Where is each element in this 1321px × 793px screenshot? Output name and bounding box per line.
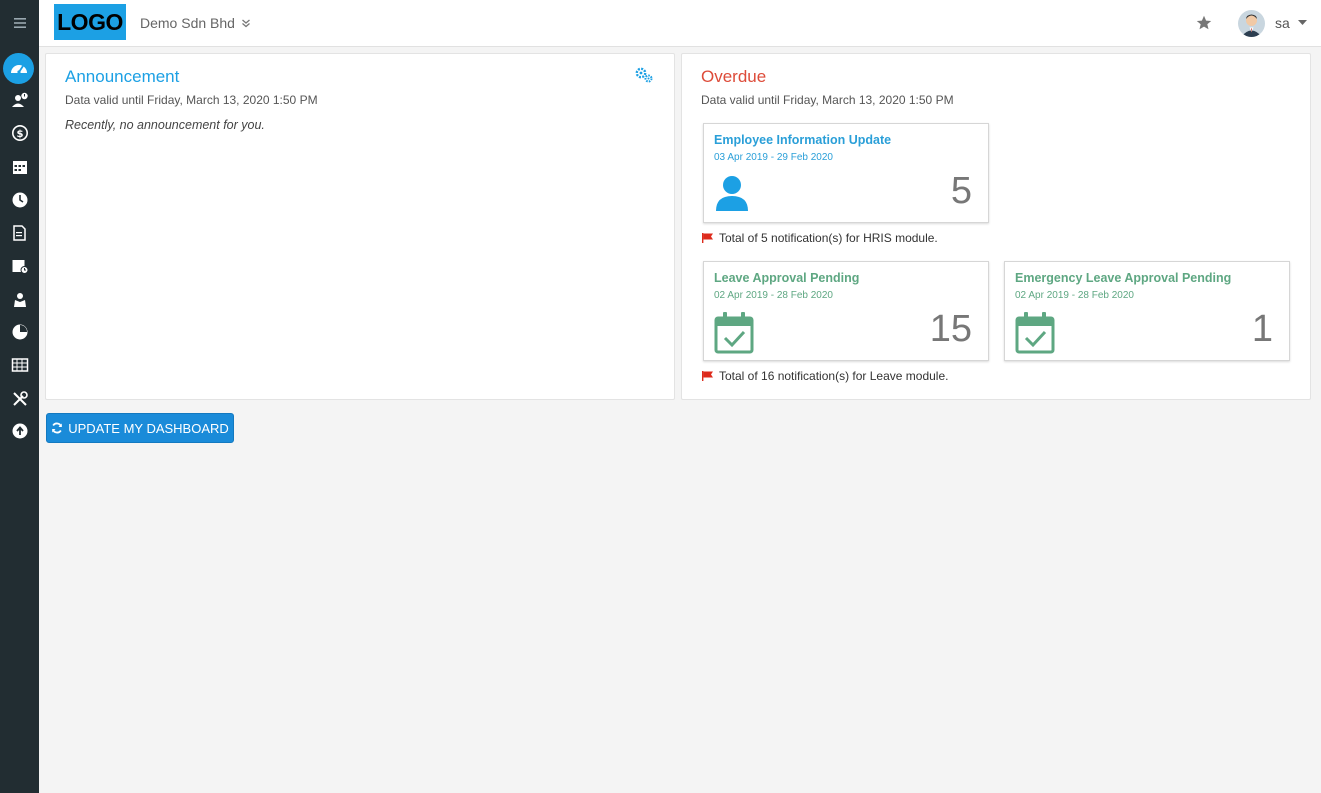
tools-icon (12, 391, 28, 406)
caret-down-icon (1297, 20, 1307, 25)
leave-notification-note: Total of 16 notification(s) for Leave mo… (702, 369, 948, 383)
overdue-card-employee-info[interactable]: Employee Information Update 03 Apr 2019 … (703, 123, 989, 223)
top-bar: LOGO Demo Sdn Bhd sa (39, 0, 1321, 47)
overdue-title: Overdue (701, 67, 767, 86)
card-dates: 02 Apr 2019 - 28 Feb 2020 (1015, 290, 1134, 301)
menu-toggle-button[interactable] (0, 9, 39, 37)
sidebar-item-attendance[interactable] (0, 186, 39, 214)
card-dates: 02 Apr 2019 - 28 Feb 2020 (714, 290, 833, 301)
flag-icon (702, 233, 713, 243)
sidebar-item-upload[interactable] (0, 417, 39, 445)
sidebar-item-payroll[interactable]: $ (0, 119, 39, 147)
card-count: 15 (929, 308, 972, 350)
sidebar-item-leave[interactable] (0, 252, 39, 280)
star-icon[interactable] (1195, 14, 1213, 32)
sidebar-item-claims[interactable] (0, 286, 39, 314)
card-count: 1 (1251, 308, 1273, 350)
gears-icon[interactable] (634, 66, 654, 84)
avatar[interactable] (1238, 10, 1265, 37)
sidebar-item-calendar[interactable] (0, 153, 39, 181)
update-dashboard-label: UPDATE MY DASHBOARD (68, 420, 229, 436)
svg-text:$: $ (16, 129, 23, 140)
sidebar-item-documents[interactable] (0, 219, 39, 247)
overdue-card-leave-approval[interactable]: Leave Approval Pending 02 Apr 2019 - 28 … (703, 261, 989, 361)
calendar-check-icon (1015, 312, 1055, 354)
update-dashboard-button[interactable]: UPDATE MY DASHBOARD (46, 413, 234, 443)
card-dates: 03 Apr 2019 - 29 Feb 2020 (714, 152, 833, 163)
card-title: Employee Information Update (714, 133, 892, 147)
spreadsheet-icon (11, 358, 28, 372)
user-menu[interactable]: sa (1275, 15, 1307, 31)
user-icon (716, 176, 748, 211)
flag-icon (702, 371, 713, 381)
payroll-icon: $ (11, 125, 28, 141)
announcement-panel: Announcement Data valid until Friday, Ma… (45, 53, 675, 400)
sidebar-item-timesheet[interactable] (0, 351, 39, 379)
card-count: 5 (950, 170, 972, 212)
sidebar-item-dashboard[interactable] (3, 53, 34, 84)
sidebar-item-employee[interactable] (0, 86, 39, 114)
leave-calendar-icon (12, 260, 28, 274)
calendar-check-icon (714, 312, 754, 354)
sidebar: $ (0, 0, 39, 793)
dashboard-icon (10, 64, 27, 74)
clock-icon (12, 192, 27, 208)
sidebar-item-settings[interactable] (0, 385, 39, 413)
announcement-title: Announcement (65, 67, 180, 86)
hris-notification-note: Total of 5 notification(s) for HRIS modu… (702, 231, 938, 245)
upload-icon (12, 423, 27, 439)
card-title: Leave Approval Pending (714, 271, 860, 285)
overdue-card-emergency-leave[interactable]: Emergency Leave Approval Pending 02 Apr … (1004, 261, 1290, 361)
company-name: Demo Sdn Bhd (140, 15, 235, 31)
document-icon (12, 225, 26, 241)
overdue-panel: Overdue Data valid until Friday, March 1… (681, 53, 1311, 400)
card-title: Emergency Leave Approval Pending (1015, 271, 1232, 285)
user-name: sa (1275, 15, 1290, 31)
announcement-text: Recently, no announcement for you. (65, 118, 265, 132)
sidebar-item-reports[interactable] (0, 318, 39, 346)
double-chevron-down-icon (242, 19, 250, 28)
calendar-icon (12, 161, 27, 174)
employee-alert-icon (11, 92, 28, 107)
refresh-icon (52, 422, 63, 434)
report-icon (12, 324, 27, 340)
overdue-valid-text: Data valid until Friday, March 13, 2020 … (701, 93, 954, 107)
company-selector[interactable]: Demo Sdn Bhd (140, 15, 251, 31)
menu-icon (13, 18, 26, 28)
claims-icon (13, 293, 26, 307)
logo: LOGO (54, 4, 126, 40)
announcement-valid-text: Data valid until Friday, March 13, 2020 … (65, 93, 318, 107)
